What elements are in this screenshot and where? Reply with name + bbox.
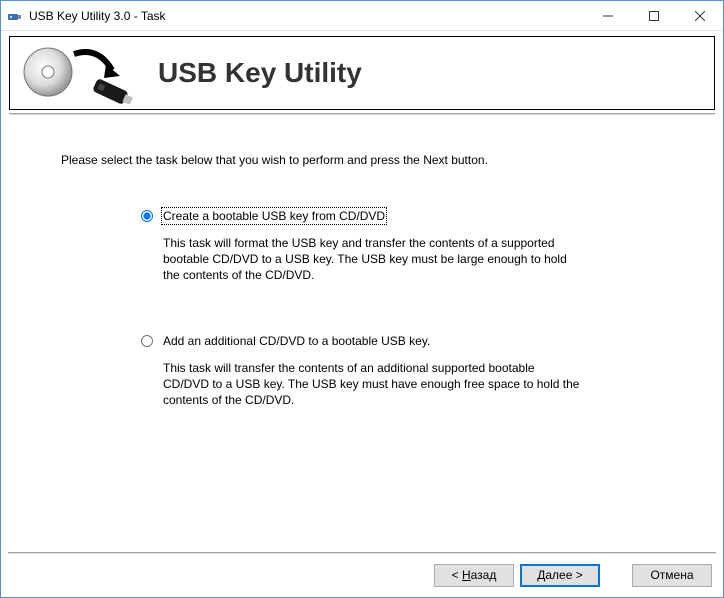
content-area: Please select the task below that you wi… (1, 115, 723, 408)
option-create-bootable-label: Create a bootable USB key from CD/DVD (163, 209, 385, 223)
close-button[interactable] (677, 1, 723, 30)
option-create-bootable-desc: This task will format the USB key and tr… (141, 235, 581, 284)
cd-to-usb-icon (20, 42, 140, 104)
footer: < Назад Далее > Отмена (0, 552, 724, 598)
window-title: USB Key Utility 3.0 - Task (29, 9, 585, 23)
header-banner: USB Key Utility (9, 36, 715, 110)
task-options: Create a bootable USB key from CD/DVD Th… (61, 209, 673, 408)
window-controls (585, 1, 723, 30)
titlebar: USB Key Utility 3.0 - Task (1, 1, 723, 31)
radio-create-bootable[interactable] (141, 210, 153, 222)
option-create-bootable: Create a bootable USB key from CD/DVD Th… (141, 209, 643, 284)
next-button[interactable]: Далее > (520, 564, 600, 587)
footer-divider (8, 552, 716, 554)
option-add-additional-desc: This task will transfer the contents of … (141, 360, 581, 409)
option-add-additional: Add an additional CD/DVD to a bootable U… (141, 334, 643, 409)
header-title: USB Key Utility (158, 57, 362, 89)
cancel-button[interactable]: Отмена (632, 564, 712, 587)
radio-add-additional[interactable] (141, 335, 153, 347)
nav-button-group: < Назад Далее > (434, 564, 600, 587)
option-add-additional-label: Add an additional CD/DVD to a bootable U… (163, 334, 430, 348)
option-add-additional-radio-row[interactable]: Add an additional CD/DVD to a bootable U… (141, 334, 643, 348)
minimize-button[interactable] (585, 1, 631, 30)
app-icon (7, 8, 23, 24)
instruction-text: Please select the task below that you wi… (61, 153, 673, 167)
option-create-bootable-radio-row[interactable]: Create a bootable USB key from CD/DVD (141, 209, 643, 223)
back-button[interactable]: < Назад (434, 564, 514, 587)
maximize-button[interactable] (631, 1, 677, 30)
